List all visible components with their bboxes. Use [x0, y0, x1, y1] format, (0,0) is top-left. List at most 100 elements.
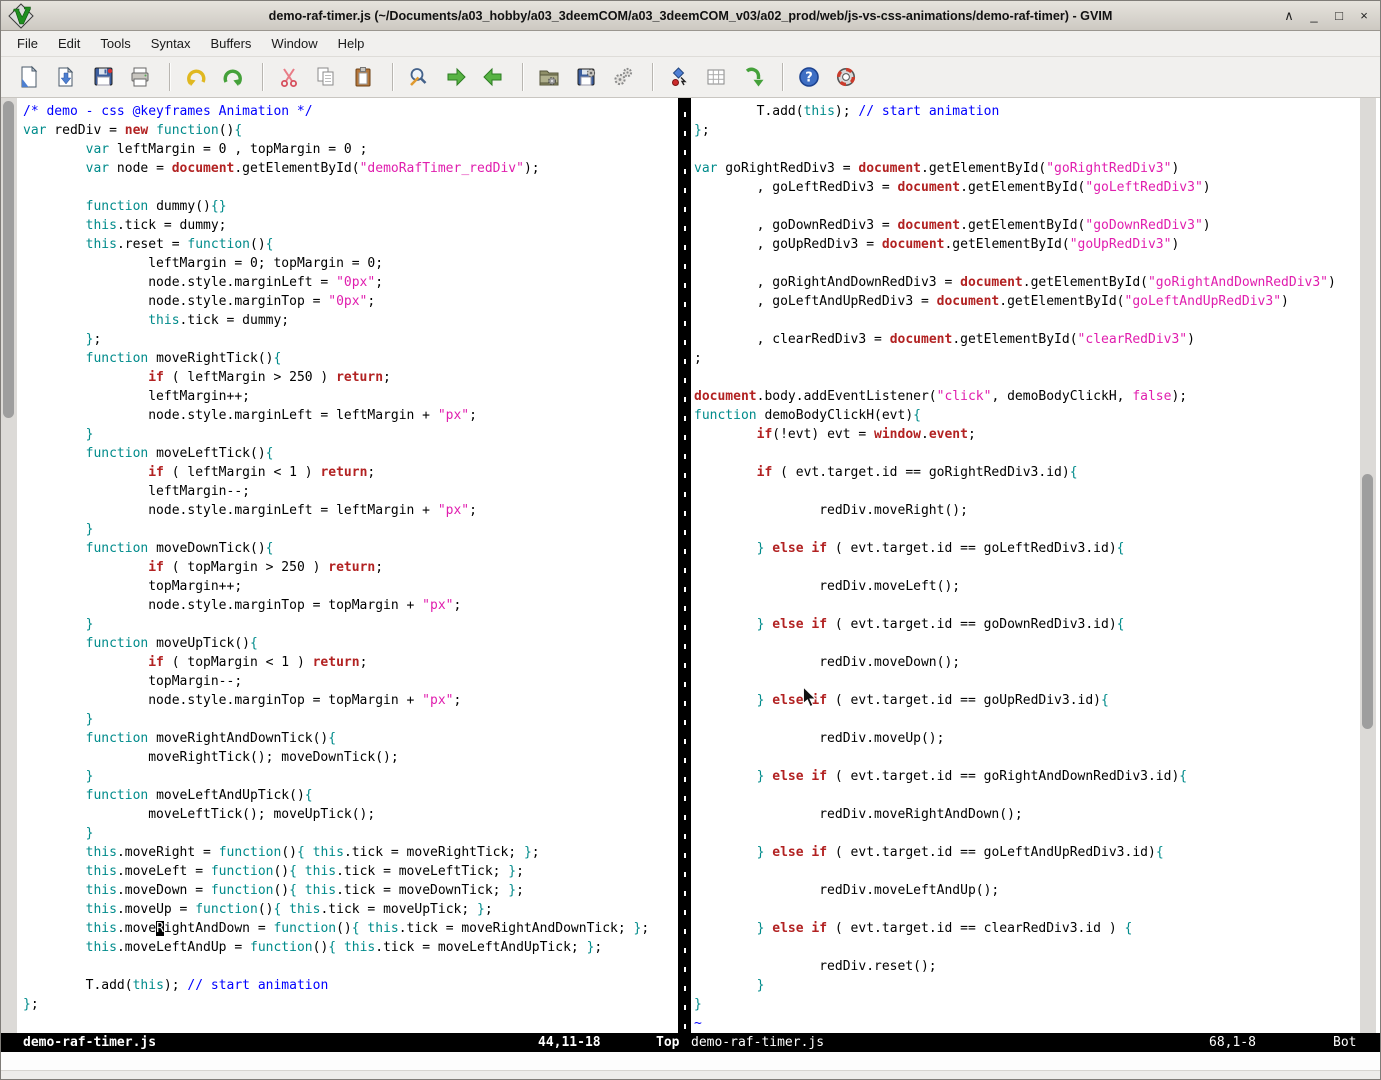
- code-line: [23, 178, 678, 197]
- status-right-filename: demo-raf-timer.js: [691, 1033, 824, 1052]
- code-line: [694, 254, 1360, 273]
- code-pane-right[interactable]: T.add(this); // start animation}; var goR…: [691, 98, 1360, 1033]
- find-next-icon: [444, 65, 468, 89]
- code-line: [694, 558, 1360, 577]
- find-next-button[interactable]: [442, 62, 472, 92]
- code-line: node.style.marginLeft = "0px";: [23, 273, 678, 292]
- left-scrollbar-thumb[interactable]: [3, 101, 14, 418]
- code-line: [694, 634, 1360, 653]
- maximize-button[interactable]: □: [1331, 8, 1347, 24]
- save-session-button[interactable]: [572, 62, 602, 92]
- build-tags-button[interactable]: [702, 62, 732, 92]
- code-line: }: [23, 767, 678, 786]
- code-line: ;: [694, 349, 1360, 368]
- code-line: node.style.marginTop = topMargin + "px";: [23, 596, 678, 615]
- redo-icon: [221, 65, 245, 89]
- left-scrollbar[interactable]: [1, 98, 17, 1033]
- find-help-button[interactable]: [832, 62, 862, 92]
- code-line: } else if ( evt.target.id == goRightAndD…: [694, 767, 1360, 786]
- run-script-button[interactable]: [609, 62, 639, 92]
- code-line: }: [694, 976, 1360, 995]
- shade-button[interactable]: ∧: [1281, 8, 1297, 24]
- empty-buffer-tilde: ~: [694, 1014, 1360, 1033]
- code-line: }: [23, 615, 678, 634]
- code-line: [23, 957, 678, 976]
- paste-button[interactable]: [349, 62, 379, 92]
- status-left-cursor-position: 44,11-18: [538, 1033, 601, 1052]
- help-icon: ?: [797, 65, 821, 89]
- editor-area: /* demo - css @keyframes Animation */ var…: [1, 98, 1381, 1033]
- code-line: function dummy(){}: [23, 197, 678, 216]
- redo-button[interactable]: [219, 62, 249, 92]
- help-button[interactable]: ?: [795, 62, 825, 92]
- code-line: [694, 672, 1360, 691]
- menu-item-buffers[interactable]: Buffers: [200, 31, 261, 57]
- code-line: document.body.addEventListener("click", …: [694, 387, 1360, 406]
- svg-text:?: ?: [805, 71, 813, 86]
- code-line: [694, 444, 1360, 463]
- close-button[interactable]: ×: [1356, 8, 1372, 24]
- right-scrollbar-thumb[interactable]: [1362, 474, 1373, 729]
- code-line: if(!evt) evt = window.event;: [694, 425, 1360, 444]
- split-dash-line: [684, 98, 686, 1033]
- code-line: moveLeftTick(); moveUpTick();: [23, 805, 678, 824]
- copy-button[interactable]: [312, 62, 342, 92]
- menu-item-syntax[interactable]: Syntax: [141, 31, 201, 57]
- menu-item-tools[interactable]: Tools: [90, 31, 140, 57]
- code-line: var node = document.getElementById("demo…: [23, 159, 678, 178]
- find-replace-button[interactable]: [405, 62, 435, 92]
- code-line: this.moveUp = function(){ this.tick = mo…: [23, 900, 678, 919]
- load-session-button[interactable]: [535, 62, 565, 92]
- code-line: };: [694, 121, 1360, 140]
- code-line: function moveLeftAndUpTick(){: [23, 786, 678, 805]
- find-prev-button[interactable]: [479, 62, 509, 92]
- print-button[interactable]: [126, 62, 156, 92]
- code-line: T.add(this); // start animation: [694, 102, 1360, 121]
- status-left-scroll-indicator: Top: [656, 1033, 679, 1052]
- menu-item-file[interactable]: File: [7, 31, 48, 57]
- menu-item-edit[interactable]: Edit: [48, 31, 90, 57]
- code-line: this.moveLeft = function(){ this.tick = …: [23, 862, 678, 881]
- code-line: /* demo - css @keyframes Animation */: [23, 102, 678, 121]
- code-line: moveRightTick(); moveDownTick();: [23, 748, 678, 767]
- find-prev-icon: [481, 65, 505, 89]
- save-file-icon: [91, 65, 115, 89]
- code-line: this.reset = function(){: [23, 235, 678, 254]
- code-line: this.moveLeftAndUp = function(){ this.ti…: [23, 938, 678, 957]
- code-line: node.style.marginTop = topMargin + "px";: [23, 691, 678, 710]
- code-line: }: [23, 425, 678, 444]
- minimize-button[interactable]: _: [1306, 8, 1322, 24]
- code-line: }: [23, 520, 678, 539]
- title-bar[interactable]: demo-raf-timer.js (~/Documents/a03_hobby…: [1, 1, 1380, 31]
- code-line: var goRightRedDiv3 = document.getElement…: [694, 159, 1360, 178]
- menu-item-window[interactable]: Window: [261, 31, 327, 57]
- code-line: node.style.marginLeft = leftMargin + "px…: [23, 501, 678, 520]
- menu-item-help[interactable]: Help: [328, 31, 375, 57]
- code-line: node.style.marginTop = "0px";: [23, 292, 678, 311]
- code-line: } else if ( evt.target.id == goDownRedDi…: [694, 615, 1360, 634]
- cut-button[interactable]: [275, 62, 305, 92]
- open-file-button[interactable]: [52, 62, 82, 92]
- code-line: function moveRightAndDownTick(){: [23, 729, 678, 748]
- code-line: } else if ( evt.target.id == goLeftAndUp…: [694, 843, 1360, 862]
- code-line: this.moveRightAndDown = function(){ this…: [23, 919, 678, 938]
- command-line[interactable]: [1, 1052, 1380, 1070]
- code-line: this.tick = dummy;: [23, 216, 678, 235]
- save-file-button[interactable]: [89, 62, 119, 92]
- code-line: [694, 900, 1360, 919]
- new-file-button[interactable]: [15, 62, 45, 92]
- code-line: leftMargin = 0; topMargin = 0;: [23, 254, 678, 273]
- window-title: demo-raf-timer.js (~/Documents/a03_hobby…: [1, 1, 1380, 31]
- find-replace-icon: [407, 65, 431, 89]
- vertical-split-divider[interactable]: [678, 98, 691, 1033]
- undo-button[interactable]: [182, 62, 212, 92]
- right-scrollbar[interactable]: [1360, 98, 1376, 1033]
- open-file-icon: [54, 65, 78, 89]
- code-pane-left[interactable]: /* demo - css @keyframes Animation */ var…: [17, 98, 678, 1033]
- code-line: }: [23, 710, 678, 729]
- save-session-icon: [574, 65, 598, 89]
- copy-icon: [314, 65, 338, 89]
- make-button[interactable]: [665, 62, 695, 92]
- window-footer: [1, 1070, 1380, 1080]
- jump-to-tag-button[interactable]: [739, 62, 769, 92]
